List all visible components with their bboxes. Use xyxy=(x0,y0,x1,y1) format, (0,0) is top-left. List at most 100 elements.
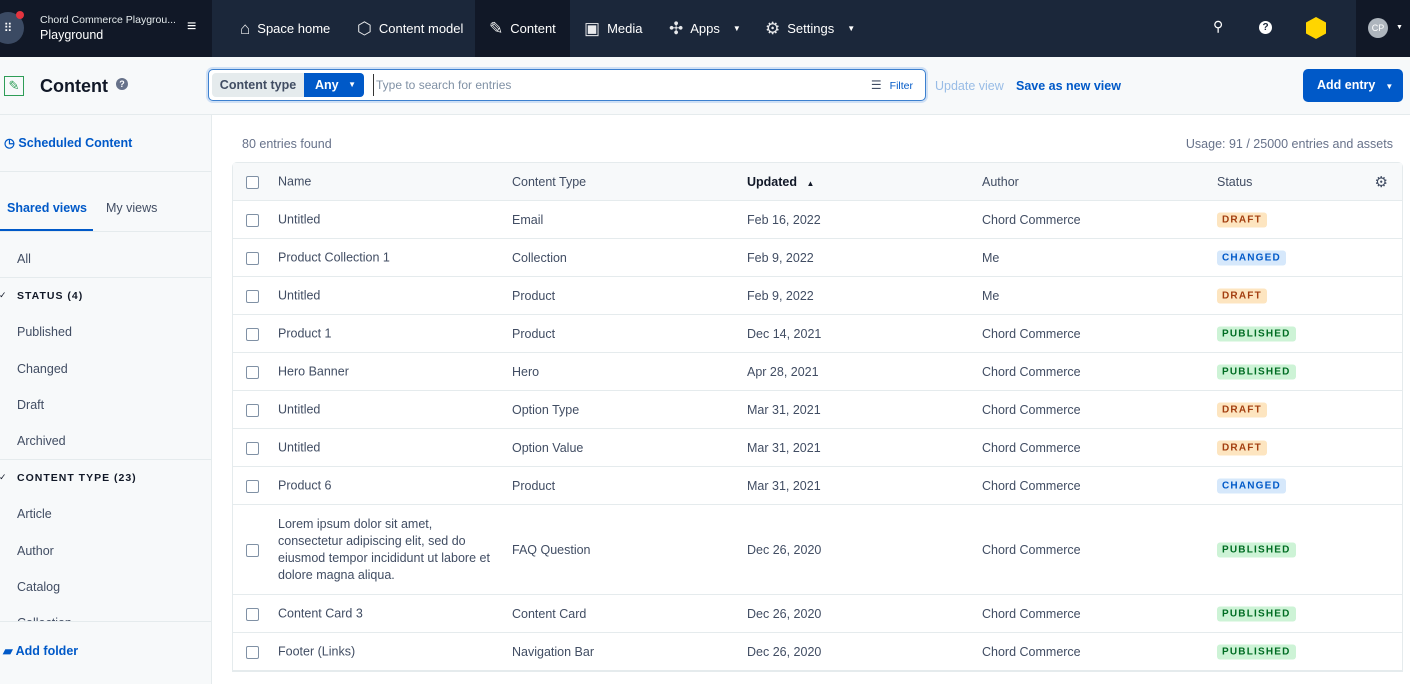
column-name[interactable]: Name xyxy=(278,173,493,190)
nav-apps[interactable]: ✣ Apps ▼ xyxy=(655,0,755,57)
search-input[interactable] xyxy=(373,74,853,96)
status-heading[interactable]: STATUS (4) xyxy=(17,290,83,302)
entry-name[interactable]: Footer (Links) xyxy=(278,643,493,660)
view-changed[interactable]: Changed xyxy=(17,362,68,376)
view-draft[interactable]: Draft xyxy=(17,398,44,412)
search-icon[interactable]: ⚲ xyxy=(1213,18,1223,35)
gear-icon[interactable]: ⚙ xyxy=(1375,173,1388,191)
entry-name[interactable]: Hero Banner xyxy=(278,363,493,380)
user-menu[interactable]: CP ▼ xyxy=(1356,0,1410,57)
entry-updated: Dec 26, 2020 xyxy=(747,606,822,621)
status-badge: PUBLISHED xyxy=(1217,644,1296,659)
add-entry-button[interactable]: Add entry ▼ xyxy=(1303,69,1403,102)
table-row[interactable]: Untitled Email Feb 16, 2022 Chord Commer… xyxy=(233,201,1402,239)
entry-author: Chord Commerce xyxy=(982,402,1081,417)
column-author[interactable]: Author xyxy=(982,175,1019,189)
chevron-icon[interactable]: ✓ xyxy=(0,472,7,483)
status-badge: PUBLISHED xyxy=(1217,326,1296,341)
puzzle-icon: ✣ xyxy=(669,18,684,38)
edit-icon: ✎ xyxy=(489,18,504,38)
update-view-button[interactable]: Update view xyxy=(935,79,1004,93)
row-checkbox[interactable] xyxy=(246,327,259,341)
row-checkbox[interactable] xyxy=(246,441,259,455)
status-badge: DRAFT xyxy=(1217,440,1267,455)
view-catalog[interactable]: Catalog xyxy=(17,580,60,594)
entries-panel: 80 entries found Usage: 91 / 25000 entri… xyxy=(212,115,1410,684)
box-icon: ⬡ xyxy=(357,18,372,38)
tab-shared-views[interactable]: Shared views xyxy=(7,201,87,215)
entry-content-type: Hero xyxy=(512,364,540,379)
entry-updated: Feb 16, 2022 xyxy=(747,212,821,227)
caret-down-icon: ▼ xyxy=(348,80,356,89)
save-as-new-view-button[interactable]: Save as new view xyxy=(1016,79,1121,93)
view-all[interactable]: All xyxy=(17,252,31,266)
nav-content-model[interactable]: ⬡ Content model xyxy=(343,0,477,57)
entry-name[interactable]: Product Collection 1 xyxy=(278,249,493,266)
nav-settings[interactable]: ⚙ Settings ▼ xyxy=(751,0,869,57)
row-checkbox[interactable] xyxy=(246,251,259,265)
view-archived[interactable]: Archived xyxy=(17,434,66,448)
entry-updated: Feb 9, 2022 xyxy=(747,250,814,265)
sort-asc-icon: ▲ xyxy=(806,178,815,188)
column-status[interactable]: Status xyxy=(1217,175,1252,189)
entry-name[interactable]: Untitled xyxy=(278,401,493,418)
row-checkbox[interactable] xyxy=(246,543,259,557)
add-folder-button[interactable]: ▰ Add folder xyxy=(3,643,78,658)
entry-name[interactable]: Content Card 3 xyxy=(278,605,493,622)
view-published[interactable]: Published xyxy=(17,325,72,339)
content-type-heading[interactable]: CONTENT TYPE (23) xyxy=(17,472,137,484)
column-content-type[interactable]: Content Type xyxy=(512,175,586,189)
entry-content-type: Option Type xyxy=(512,402,580,417)
chevron-icon[interactable]: ✓ xyxy=(0,290,7,301)
entry-author: Chord Commerce xyxy=(982,326,1081,341)
table-row[interactable]: Untitled Option Type Mar 31, 2021 Chord … xyxy=(233,391,1402,429)
table-row[interactable]: Untitled Product Feb 9, 2022 Me DRAFT xyxy=(233,277,1402,315)
entry-name[interactable]: Untitled xyxy=(278,439,493,456)
column-updated[interactable]: Updated ▲ xyxy=(747,175,814,189)
table-row[interactable]: Product 6 Product Mar 31, 2021 Chord Com… xyxy=(233,467,1402,505)
caret-down-icon: ▼ xyxy=(1396,24,1403,31)
filter-label: Filter xyxy=(889,80,913,92)
row-checkbox[interactable] xyxy=(246,365,259,379)
entry-name[interactable]: Untitled xyxy=(278,287,493,304)
table-row[interactable]: Product Collection 1 Collection Feb 9, 2… xyxy=(233,239,1402,277)
space-switcher[interactable]: ⠿ Chord Commerce Playgrou... Playground … xyxy=(0,0,212,57)
notification-dot xyxy=(16,11,24,19)
help-icon[interactable]: ? xyxy=(116,78,128,90)
entry-name[interactable]: Untitled xyxy=(278,211,493,228)
tab-my-views[interactable]: My views xyxy=(106,201,157,215)
table-row[interactable]: Untitled Option Value Mar 31, 2021 Chord… xyxy=(233,429,1402,467)
scheduled-content-link[interactable]: ◷ Scheduled Content xyxy=(4,135,132,150)
table-row[interactable]: Product 1 Product Dec 14, 2021 Chord Com… xyxy=(233,315,1402,353)
view-author[interactable]: Author xyxy=(17,544,54,558)
entry-name[interactable]: Lorem ipsum dolor sit amet, consectetur … xyxy=(278,516,493,584)
row-checkbox[interactable] xyxy=(246,403,259,417)
nav-media[interactable]: ▣ Media xyxy=(570,0,656,57)
table-row[interactable]: Hero Banner Hero Apr 28, 2021 Chord Comm… xyxy=(233,353,1402,391)
table-row[interactable]: Lorem ipsum dolor sit amet, consectetur … xyxy=(233,505,1402,595)
entry-name[interactable]: Product 6 xyxy=(278,477,493,494)
row-checkbox[interactable] xyxy=(246,607,259,621)
nav-label: Content model xyxy=(378,21,464,36)
help-icon[interactable]: ? xyxy=(1259,21,1272,34)
row-checkbox[interactable] xyxy=(246,213,259,227)
caret-down-icon: ▼ xyxy=(847,24,856,33)
table-row[interactable]: Content Card 3 Content Card Dec 26, 2020… xyxy=(233,595,1402,633)
row-checkbox[interactable] xyxy=(246,479,259,493)
table-row[interactable]: Footer (Links) Navigation Bar Dec 26, 20… xyxy=(233,633,1402,671)
menu-icon[interactable]: ≡ xyxy=(187,18,196,36)
nav-space-home[interactable]: ⌂ Space home xyxy=(226,0,344,57)
nav-content[interactable]: ✎ Content xyxy=(475,0,570,57)
select-all-checkbox[interactable] xyxy=(246,175,259,189)
hexagon-icon[interactable] xyxy=(1306,17,1326,39)
row-checkbox[interactable] xyxy=(246,645,259,659)
entry-content-type: FAQ Question xyxy=(512,542,591,557)
view-article[interactable]: Article xyxy=(17,507,52,521)
content-type-select[interactable]: Any ▼ xyxy=(304,73,364,97)
status-badge: CHANGED xyxy=(1217,250,1286,265)
entry-content-type: Collection xyxy=(512,250,567,265)
entry-content-type: Email xyxy=(512,212,544,227)
filter-button[interactable]: ☰ Filter xyxy=(871,78,913,92)
row-checkbox[interactable] xyxy=(246,289,259,303)
entry-name[interactable]: Product 1 xyxy=(278,325,493,342)
